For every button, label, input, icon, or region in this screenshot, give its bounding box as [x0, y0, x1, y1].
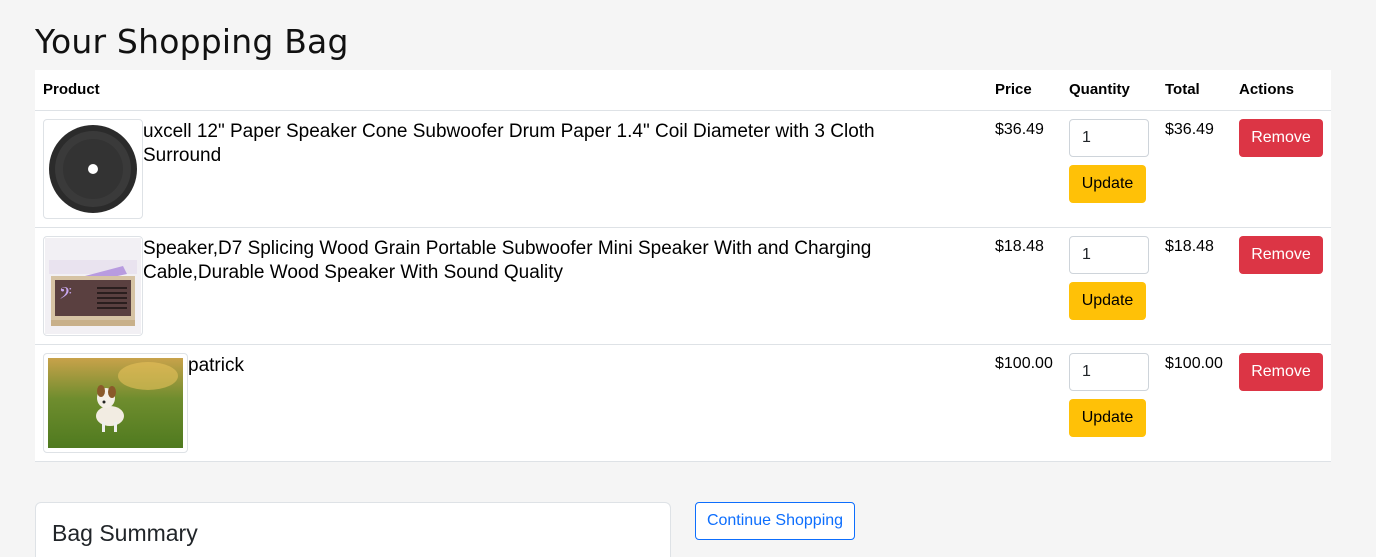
quantity-input[interactable]: [1069, 236, 1149, 274]
dog-photo-image: [48, 358, 183, 448]
product-total: $100.00: [1165, 355, 1223, 372]
update-button[interactable]: Update: [1069, 282, 1146, 320]
bag-summary-card: Bag Summary: [35, 502, 671, 557]
product-image-wood-speaker: 𝄢: [43, 236, 143, 336]
product-price: $18.48: [995, 238, 1044, 255]
remove-button[interactable]: Remove: [1239, 353, 1323, 391]
header-price: Price: [995, 81, 1032, 98]
quantity-input[interactable]: [1069, 119, 1149, 157]
header-actions: Actions: [1239, 81, 1295, 98]
header-quantity: Quantity: [1069, 81, 1130, 98]
product-name[interactable]: Speaker,D7 Splicing Wood Grain Portable …: [143, 237, 943, 285]
product-name[interactable]: patrick: [188, 354, 988, 378]
continue-shopping-button[interactable]: Continue Shopping: [695, 502, 855, 540]
header-total: Total: [1165, 81, 1200, 98]
product-total: $18.48: [1165, 238, 1214, 255]
update-button[interactable]: Update: [1069, 399, 1146, 437]
table-row: uxcell 12" Paper Speaker Cone Subwoofer …: [35, 111, 1331, 228]
wood-speaker-image: 𝄢: [45, 238, 141, 334]
remove-button[interactable]: Remove: [1239, 119, 1323, 157]
product-price: $100.00: [995, 355, 1053, 372]
page-title: Your Shopping Bag: [35, 22, 349, 61]
header-product: Product: [43, 81, 100, 98]
remove-button[interactable]: Remove: [1239, 236, 1323, 274]
speaker-cone-image: [49, 125, 137, 213]
quantity-input[interactable]: [1069, 353, 1149, 391]
product-total: $36.49: [1165, 121, 1214, 138]
cart-table: Product Price Quantity Total Actions uxc…: [35, 70, 1331, 462]
table-row: patrick $100.00 Update $100.00 Remove: [35, 345, 1331, 462]
bag-summary-title: Bag Summary: [52, 520, 198, 546]
product-image-speaker-cone: [43, 119, 143, 219]
update-button[interactable]: Update: [1069, 165, 1146, 203]
product-image-dog: [43, 353, 188, 453]
svg-text:𝄢: 𝄢: [59, 283, 72, 307]
table-header: Product Price Quantity Total Actions: [35, 70, 1331, 111]
product-name[interactable]: uxcell 12" Paper Speaker Cone Subwoofer …: [143, 120, 943, 168]
table-row: 𝄢 Speaker,D7 Splicing Wood Grain Portabl…: [35, 228, 1331, 345]
product-price: $36.49: [995, 121, 1044, 138]
